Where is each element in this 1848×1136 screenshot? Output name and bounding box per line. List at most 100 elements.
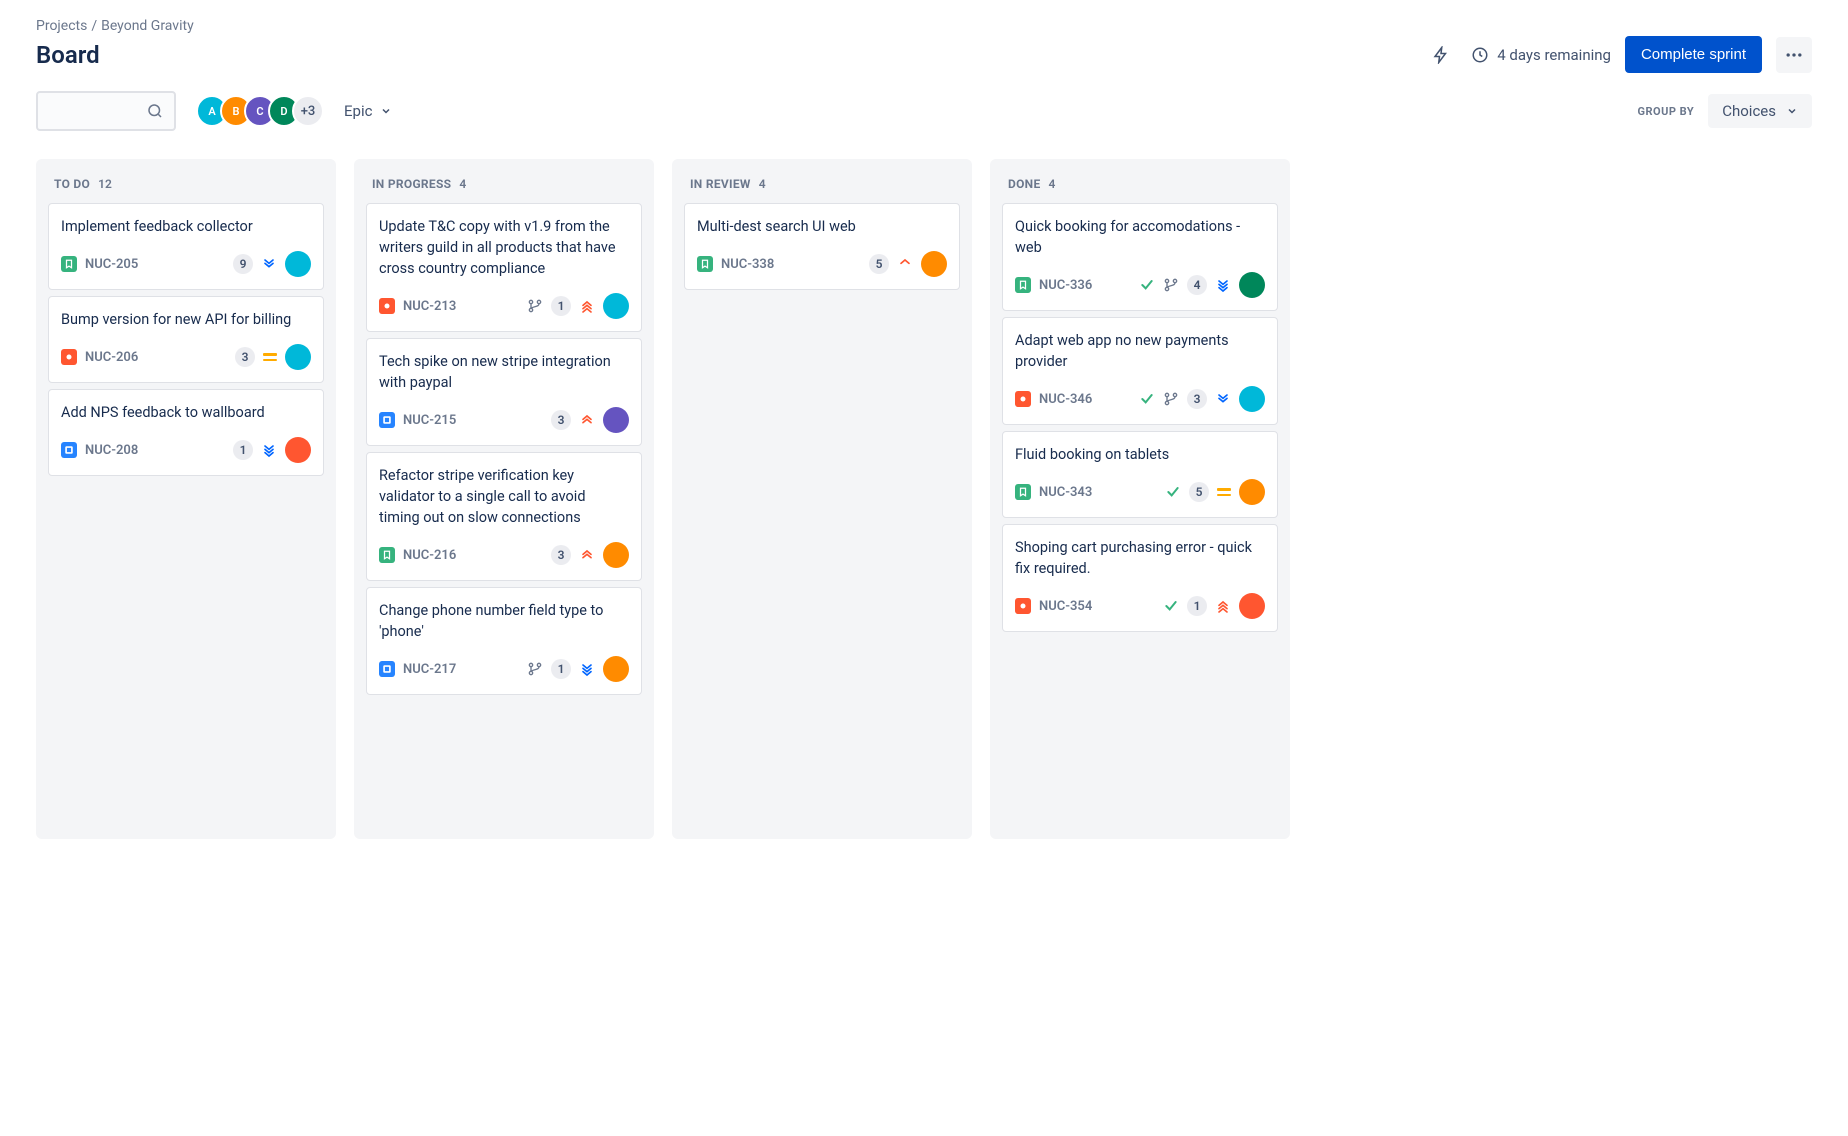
column-title: TO DO: [54, 177, 90, 191]
story-points-badge: 5: [1189, 482, 1209, 502]
story-points-badge: 4: [1187, 275, 1207, 295]
column-title: IN PROGRESS: [372, 177, 451, 191]
priority-mediumhigh-icon: [897, 256, 913, 272]
branch-icon: [1163, 391, 1179, 407]
assignee-avatar[interactable]: [603, 656, 629, 682]
assignee-avatar[interactable]: [921, 251, 947, 277]
story-type-icon: [1015, 484, 1031, 500]
column-count: 4: [759, 177, 766, 191]
column-count: 4: [459, 177, 466, 191]
card-title: Shoping cart purchasing error - quick fi…: [1015, 537, 1265, 579]
story-points-badge: 1: [551, 296, 571, 316]
issue-card[interactable]: Adapt web app no new payments providerNU…: [1002, 317, 1278, 425]
story-points-badge: 1: [233, 440, 253, 460]
assignee-avatar[interactable]: [603, 293, 629, 319]
assignee-avatar[interactable]: [603, 542, 629, 568]
issue-key: NUC-208: [85, 443, 138, 458]
issue-card[interactable]: Tech spike on new stripe integration wit…: [366, 338, 642, 446]
priority-lowest-icon: [261, 442, 277, 458]
done-check-icon: [1139, 391, 1155, 407]
assignee-avatar[interactable]: [603, 407, 629, 433]
epic-filter[interactable]: Epic: [344, 102, 392, 120]
assignee-avatar[interactable]: [1239, 386, 1265, 412]
issue-key: NUC-354: [1039, 599, 1092, 614]
issue-card[interactable]: Quick booking for accomodations - webNUC…: [1002, 203, 1278, 311]
assignee-avatar[interactable]: [1239, 272, 1265, 298]
complete-sprint-button[interactable]: Complete sprint: [1625, 36, 1762, 73]
issue-card[interactable]: Bump version for new API for billingNUC-…: [48, 296, 324, 383]
breadcrumb[interactable]: Projects/Beyond Gravity: [36, 18, 1812, 34]
story-points-badge: 1: [551, 659, 571, 679]
bug-type-icon: [1015, 391, 1031, 407]
sprint-remaining-text: 4 days remaining: [1497, 46, 1611, 64]
issue-card[interactable]: Change phone number field type to 'phone…: [366, 587, 642, 695]
card-title: Update T&C copy with v1.9 from the write…: [379, 216, 629, 279]
assignee-avatar[interactable]: [285, 251, 311, 277]
priority-medium-icon: [263, 353, 277, 361]
card-title: Refactor stripe verification key validat…: [379, 465, 629, 528]
issue-key: NUC-213: [403, 299, 456, 314]
story-points-badge: 1: [1187, 596, 1207, 616]
priority-low-icon: [1215, 391, 1231, 407]
card-title: Implement feedback collector: [61, 216, 311, 237]
page-title: Board: [36, 41, 100, 69]
search-icon: [146, 102, 164, 120]
branch-icon: [527, 661, 543, 677]
column-title: IN REVIEW: [690, 177, 751, 191]
more-menu-button[interactable]: [1776, 37, 1812, 73]
story-points-badge: 3: [551, 545, 571, 565]
group-by-select[interactable]: Choices: [1708, 94, 1812, 128]
done-check-icon: [1163, 598, 1179, 614]
issue-key: NUC-205: [85, 257, 138, 272]
issue-key: NUC-206: [85, 350, 138, 365]
story-points-badge: 5: [869, 254, 889, 274]
issue-card[interactable]: Add NPS feedback to wallboard NUC-208 1: [48, 389, 324, 476]
assignee-avatar[interactable]: [1239, 479, 1265, 505]
priority-highest-icon: [579, 298, 595, 314]
story-type-icon: [61, 256, 77, 272]
assignee-avatar[interactable]: [1239, 593, 1265, 619]
issue-card[interactable]: Refactor stripe verification key validat…: [366, 452, 642, 581]
issue-card[interactable]: Update T&C copy with v1.9 from the write…: [366, 203, 642, 332]
task-type-icon: [379, 412, 395, 428]
story-points-badge: 3: [1187, 389, 1207, 409]
search-input[interactable]: [36, 91, 176, 131]
chevron-down-icon: [1786, 105, 1798, 117]
card-title: Add NPS feedback to wallboard: [61, 402, 311, 423]
breadcrumb-separator: /: [91, 18, 97, 34]
done-check-icon: [1139, 277, 1155, 293]
avatar-overflow[interactable]: +3: [292, 95, 324, 127]
group-by-value: Choices: [1722, 102, 1776, 120]
bug-type-icon: [379, 298, 395, 314]
priority-lowest-icon: [579, 661, 595, 677]
issue-card[interactable]: Shoping cart purchasing error - quick fi…: [1002, 524, 1278, 632]
story-type-icon: [1015, 277, 1031, 293]
story-type-icon: [379, 547, 395, 563]
card-title: Adapt web app no new payments provider: [1015, 330, 1265, 372]
column-done: DONE4Quick booking for accomodations - w…: [990, 159, 1290, 839]
sprint-remaining: 4 days remaining: [1471, 46, 1611, 64]
automation-icon[interactable]: [1425, 39, 1457, 71]
group-by-label: GROUP BY: [1637, 105, 1694, 118]
priority-high-icon: [579, 412, 595, 428]
branch-icon: [527, 298, 543, 314]
assignee-filter-avatars[interactable]: ABCD+3: [196, 95, 324, 127]
breadcrumb-root[interactable]: Projects: [36, 18, 87, 34]
issue-key: NUC-336: [1039, 278, 1092, 293]
issue-key: NUC-343: [1039, 485, 1092, 500]
priority-lowest-icon: [1215, 277, 1231, 293]
breadcrumb-project[interactable]: Beyond Gravity: [101, 18, 194, 34]
issue-card[interactable]: Implement feedback collectorNUC-2059: [48, 203, 324, 290]
task-type-icon: [61, 442, 77, 458]
bug-type-icon: [1015, 598, 1031, 614]
column-count: 12: [98, 177, 112, 191]
chevron-down-icon: [380, 105, 392, 117]
issue-card[interactable]: Fluid booking on tabletsNUC-3435: [1002, 431, 1278, 518]
card-title: Tech spike on new stripe integration wit…: [379, 351, 629, 393]
issue-key: NUC-215: [403, 413, 456, 428]
issue-key: NUC-338: [721, 257, 774, 272]
assignee-avatar[interactable]: [285, 344, 311, 370]
issue-card[interactable]: Multi-dest search UI webNUC-3385: [684, 203, 960, 290]
column-in-review: IN REVIEW4Multi-dest search UI webNUC-33…: [672, 159, 972, 839]
assignee-avatar[interactable]: [285, 437, 311, 463]
